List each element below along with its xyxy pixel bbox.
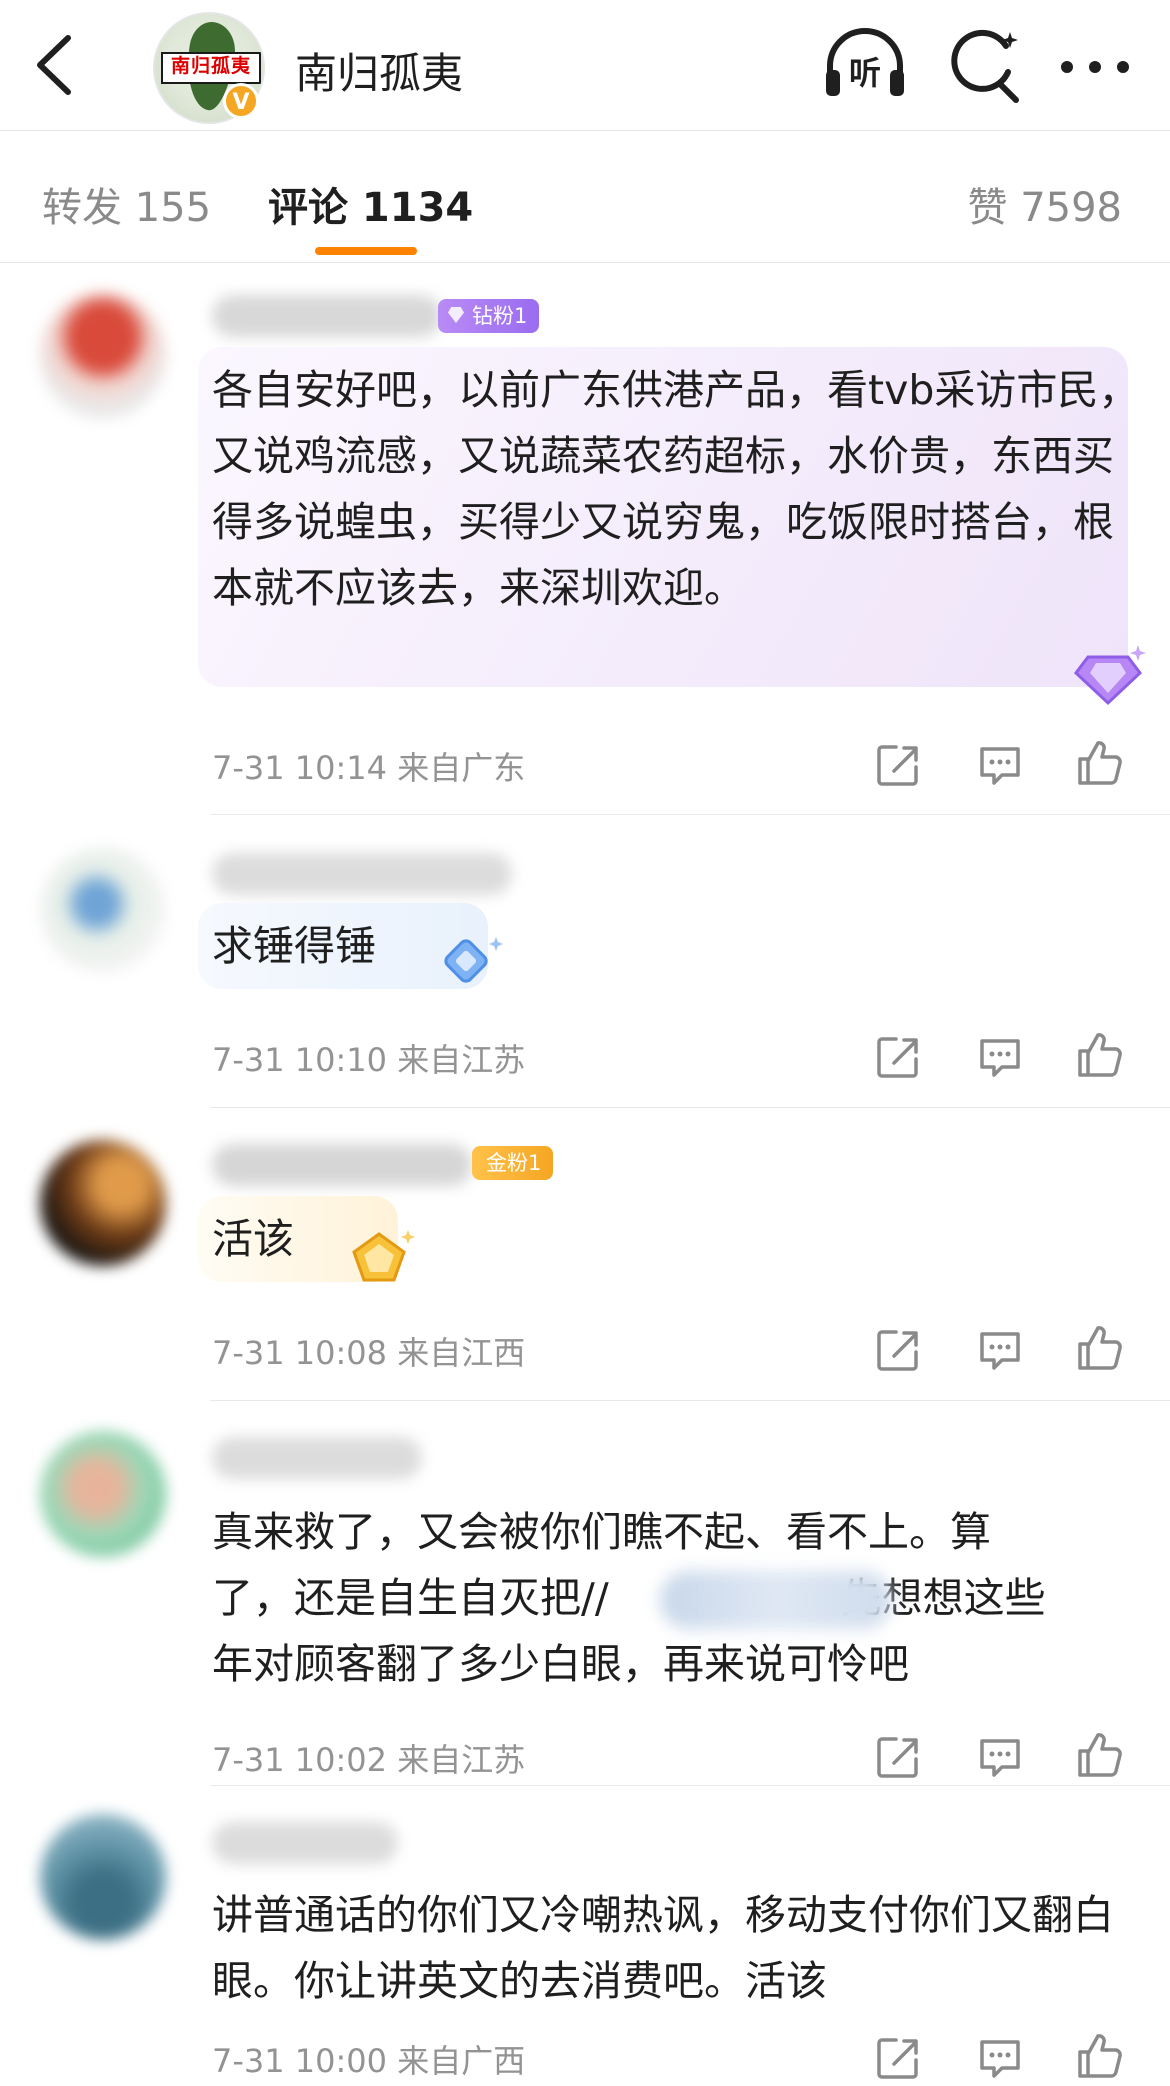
like-icon[interactable]	[1076, 1731, 1124, 1779]
share-icon[interactable]	[874, 2034, 922, 2082]
comment-separator	[210, 814, 1170, 815]
more-icon[interactable]	[1060, 60, 1130, 74]
comment-time: 7-31 10:02	[212, 1741, 388, 1779]
comment-location: 来自江苏	[397, 1741, 526, 1779]
tab-bar: 转发 155 评论 1134 赞 7598	[0, 131, 1170, 261]
reply-icon[interactable]	[976, 1033, 1024, 1081]
comment-location: 来自江西	[397, 1334, 526, 1372]
like-icon[interactable]	[1076, 1324, 1124, 1372]
comment-time: 7-31 10:14	[212, 749, 388, 787]
listen-label: 听	[849, 54, 881, 92]
avatar-stamp: 南归孤夷	[161, 52, 261, 84]
comment-location: 来自广东	[397, 749, 526, 787]
comment-meta: 7-31 10:10 来自江苏	[212, 1035, 525, 1081]
commenter-avatar[interactable]	[40, 1814, 166, 1940]
diamond-decoration-icon	[1073, 645, 1146, 706]
fan-badge-label: 金粉1	[486, 1151, 542, 1175]
comment-text: 活该	[212, 1215, 294, 1263]
comment-meta: 7-31 10:14 来自广东	[212, 743, 525, 789]
comment-location: 来自广西	[397, 2042, 526, 2080]
mention-link-blurred[interactable]	[660, 1571, 892, 1629]
commenter-avatar[interactable]	[40, 293, 166, 419]
share-icon[interactable]	[874, 1326, 922, 1374]
commenter-name-blurred[interactable]	[212, 853, 512, 895]
tab-likes[interactable]: 赞 7598	[967, 175, 1122, 233]
reply-icon[interactable]	[976, 1733, 1024, 1781]
reply-icon[interactable]	[976, 741, 1024, 789]
chevron-left-icon[interactable]	[30, 30, 80, 100]
like-icon[interactable]	[1076, 739, 1124, 787]
comment-meta: 7-31 10:08 来自江西	[212, 1328, 525, 1374]
comment-location: 来自江苏	[397, 1041, 526, 1079]
commenter-name-blurred[interactable]	[212, 1437, 422, 1479]
comment-text-part: 了，还是自生自灭把//	[212, 1574, 609, 1622]
commenter-avatar[interactable]	[40, 1431, 166, 1557]
commenter-name-blurred[interactable]	[212, 1144, 472, 1186]
comment-text-line-1: 真来救了，又会被你们瞧不起、看不上。算	[212, 1508, 991, 1556]
verified-badge: V	[223, 83, 259, 119]
search-icon[interactable]	[948, 28, 1024, 104]
commenter-avatar[interactable]	[40, 847, 166, 973]
comment-separator	[210, 1107, 1170, 1108]
top-bar: 南归孤夷 V 南归孤夷 听	[0, 0, 1170, 130]
like-icon[interactable]	[1076, 1031, 1124, 1079]
account-name[interactable]: 南归孤夷	[295, 40, 463, 101]
tab-reposts[interactable]: 转发 155	[42, 175, 211, 233]
comment-text-line-3: 年对顾客翻了多少白眼，再来说可怜吧	[212, 1640, 909, 1688]
comment-separator	[210, 1785, 1170, 1786]
commenter-name-blurred[interactable]	[212, 295, 442, 337]
comment-time: 7-31 10:10	[212, 1041, 388, 1079]
commenter-name-blurred[interactable]	[212, 1822, 398, 1864]
fan-badge-label: 钻粉1	[472, 304, 528, 328]
comment-text: 各自安好吧，以前广东供港产品，看tvb采访市民，又说鸡流感，又说蔬菜农药超标，水…	[212, 366, 1140, 612]
comment-time: 7-31 10:00	[212, 2042, 388, 2080]
reply-icon[interactable]	[976, 1326, 1024, 1374]
comment-text: 讲普通话的你们又冷嘲热讽，移动支付你们又翻白眼。你让讲英文的去消费吧。活该	[212, 1891, 1114, 2005]
active-tab-indicator	[315, 247, 417, 255]
tab-comments[interactable]: 评论 1134	[268, 175, 473, 233]
comment-separator	[210, 1400, 1170, 1401]
commenter-avatar[interactable]	[40, 1140, 166, 1266]
diamond-gem-icon	[448, 307, 464, 323]
comment-meta: 7-31 10:00 来自广西	[212, 2036, 525, 2082]
comment-text: 求锤得锤	[212, 922, 376, 970]
fan-badge-gold[interactable]: 金粉1	[472, 1146, 554, 1180]
comment-meta: 7-31 10:02 来自江苏	[212, 1735, 525, 1781]
tabs-divider	[0, 262, 1170, 263]
share-icon[interactable]	[874, 1033, 922, 1081]
like-icon[interactable]	[1076, 2032, 1124, 2080]
fan-badge-diamond[interactable]: 钻粉1	[438, 299, 540, 333]
share-icon[interactable]	[874, 1733, 922, 1781]
comment-time: 7-31 10:08	[212, 1334, 388, 1372]
reply-icon[interactable]	[976, 2034, 1024, 2082]
listen-icon[interactable]: 听	[822, 26, 908, 102]
share-icon[interactable]	[874, 741, 922, 789]
